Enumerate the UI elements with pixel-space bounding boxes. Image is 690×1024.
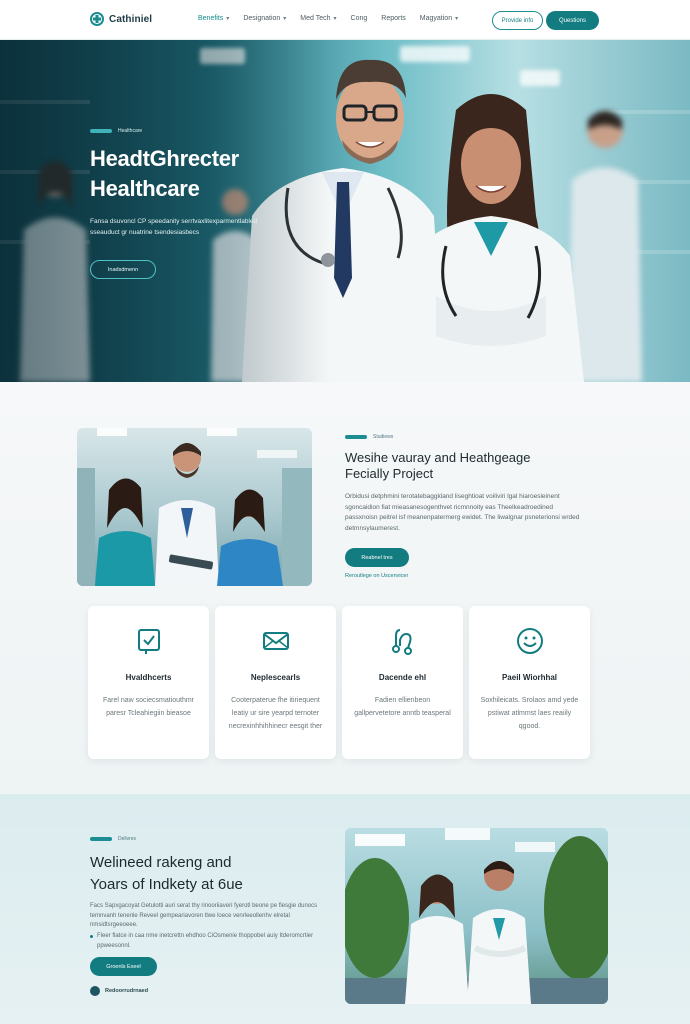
stethoscope-icon	[391, 629, 412, 655]
hero-section: Healthcare HeadtGhrecter Healthcare Fans…	[0, 40, 690, 382]
experience-tag-label: Delivres	[118, 836, 137, 842]
nav-label: Cong	[350, 15, 368, 22]
tablet-icon	[137, 629, 160, 654]
service-cards: Hvaldhcerts Farel naw sociecsmatiouthmr …	[88, 606, 590, 759]
doctors-photo	[345, 828, 608, 1004]
card-title: Neplescearls	[250, 673, 301, 682]
ceiling-light	[520, 70, 560, 86]
hero-description: Fansa dsuvoncl CP speedanity serrtvaxlit…	[90, 218, 258, 236]
nav-item-benefits[interactable]: Benefits ▾	[198, 15, 229, 22]
nav-item-reports[interactable]: Reports	[381, 15, 406, 22]
bullet-text: Fleer flatce in caa nme inetcrettn ehdho…	[97, 933, 314, 949]
service-card[interactable]: Dacende ehl Fadien ellienbeon gallpervet…	[342, 606, 463, 759]
card-text: Soxhileicats. Srolaos amd yede pstiwat a…	[480, 697, 579, 730]
card-title: Hvaldhcerts	[125, 673, 172, 682]
nav-label: Designation	[243, 15, 281, 22]
hero-cta-button[interactable]: Inadsdmenn	[90, 260, 156, 279]
service-card[interactable]: Paeil Wiorhhal Soxhileicats. Srolaos amd…	[469, 606, 590, 759]
hero-title-line2: Healthcare	[90, 176, 200, 201]
top-navbar: Cathiniel Benefits ▾ Designation ▾ Med Tec…	[0, 0, 690, 40]
tag-accent-bar	[90, 129, 112, 133]
logo-icon	[90, 12, 104, 26]
provide-info-button[interactable]: Provide info	[492, 11, 543, 30]
card-title: Paeil Wiorhhal	[501, 673, 558, 682]
experience-cta-button[interactable]: Groenls Exeel	[90, 957, 157, 976]
chevron-down-icon: ▾	[333, 16, 337, 22]
nav-label: Magyation	[419, 15, 453, 22]
card-text: Farel naw sociecsmatiouthmr paresr Tclea…	[102, 697, 195, 717]
nav-item-cong[interactable]: Cong	[351, 15, 368, 22]
experience-footer-link[interactable]: Redoorrudrnaed	[90, 986, 148, 996]
hero-tag: Healthcare	[90, 128, 142, 134]
feature-section: Studiews Wesihe vauray and Heathgeage Fe…	[0, 382, 690, 794]
nav-label: Reports	[381, 15, 406, 22]
experience-description: Facs Sapxgacoyat Getulotti auri serat th…	[90, 903, 318, 928]
chevron-down-icon: ▾	[226, 16, 230, 22]
tag-accent-bar	[345, 435, 367, 439]
service-card[interactable]: Hvaldhcerts Farel naw sociecsmatiouthmr …	[88, 606, 209, 759]
female-doctor-image	[398, 94, 584, 382]
medical-team-photo	[77, 428, 312, 586]
main-menu: Benefits ▾ Designation ▾ Med Tech ▾ Cong Re…	[198, 15, 458, 22]
nav-label: Benefits	[198, 15, 224, 22]
feature-title: Wesihe vauray and Heathgeage Fecially Pr…	[345, 450, 531, 481]
nav-item-magyation[interactable]: Magyation ▾	[420, 15, 458, 22]
hero-title-line1: HeadtGhrecter	[90, 146, 239, 171]
chevron-down-icon: ▾	[283, 16, 287, 22]
logo-text: Cathiniel	[109, 13, 153, 25]
experience-section: Delivres Welineed rakeng and Yoars of In…	[0, 794, 690, 1024]
nav-label: Med Tech	[300, 15, 331, 22]
experience-title: Welineed rakeng and Yoars of Indkety at …	[90, 852, 290, 896]
service-card[interactable]: Neplescearls Cooterpaterue fhe itirieque…	[215, 606, 336, 759]
nav-item-designation[interactable]: Designation ▾	[243, 15, 286, 22]
card-text: Cooterpaterue fhe itiriequent leatiy ur …	[228, 697, 323, 730]
hero-title: HeadtGhrecter Healthcare	[90, 144, 290, 204]
chevron-down-icon: ▾	[455, 16, 459, 22]
footer-link-label: Redoorrudrnaed	[105, 988, 149, 994]
hero-overlay	[0, 40, 330, 382]
tag-accent-bar	[90, 837, 112, 841]
card-text: Fadien ellienbeon gallpervetetore anntb …	[354, 697, 451, 717]
doctors-with-plants-image	[345, 828, 608, 1004]
medical-team-image	[77, 428, 312, 586]
experience-title-line1: Welineed rakeng and	[90, 854, 232, 871]
hero-tag-label: Healthcare	[118, 128, 143, 134]
feature-tag: Studiews	[345, 434, 393, 440]
nav-item-med-tech[interactable]: Med Tech ▾	[300, 15, 336, 22]
brand-logo[interactable]: Cathiniel	[90, 12, 152, 26]
smile-icon	[516, 628, 543, 654]
feature-description: Orbidusi detphmini terotatebaggkland lis…	[345, 493, 580, 532]
questions-button[interactable]: Questions	[546, 11, 599, 30]
feature-cta-button[interactable]: Reabnel tres	[345, 548, 409, 567]
feature-tag-label: Studiews	[373, 434, 394, 440]
play-icon	[90, 986, 100, 996]
feature-link[interactable]: Reroutlege on Uscenvicer	[345, 573, 408, 579]
experience-tag: Delivres	[90, 836, 136, 842]
envelope-icon	[262, 632, 289, 650]
bullet-dot	[90, 935, 93, 938]
experience-bullet: Fleer flatce in caa nme inetcrettn ehdho…	[90, 932, 320, 951]
experience-title-line2: Yoars of Indkety at 6ue	[90, 876, 243, 893]
card-title: Dacende ehl	[378, 673, 427, 682]
